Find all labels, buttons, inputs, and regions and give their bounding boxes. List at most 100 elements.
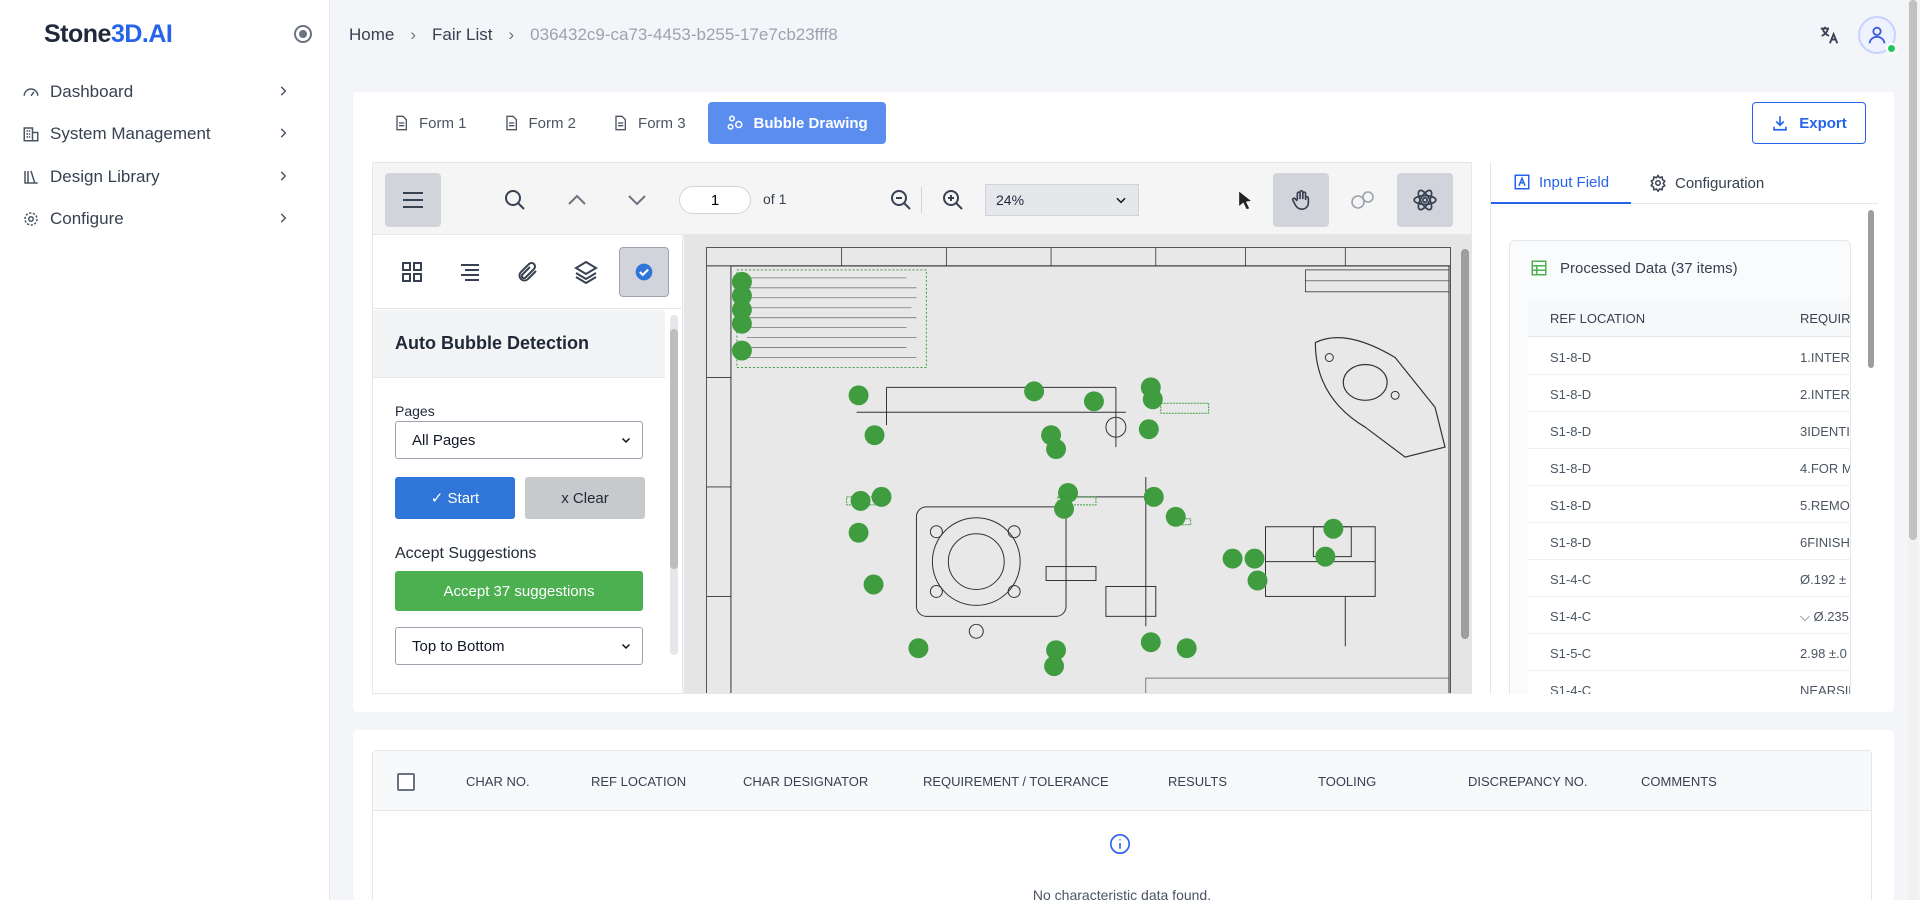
column-header-ref-location: REF LOCATION: [1550, 311, 1646, 326]
ref-location-cell: S1-8-D: [1550, 498, 1592, 513]
sidebar-menu-button[interactable]: [385, 173, 441, 227]
column-header-discrepancy-no[interactable]: DISCREPANCY NO.: [1468, 774, 1587, 789]
chevron-right-icon: [280, 86, 287, 96]
chevron-down-icon: [621, 437, 631, 444]
page-number-input[interactable]: [679, 186, 751, 214]
zoom-value: 24%: [996, 192, 1025, 208]
right-panel-scrollbar[interactable]: [1868, 210, 1874, 694]
zoom-in-icon: [943, 190, 963, 210]
drawing-scrollbar[interactable]: [1461, 249, 1469, 639]
viewer-toolbar: of 1 24%: [373, 163, 1471, 235]
sidebar-item-system-management[interactable]: System Management: [22, 118, 300, 150]
search-button[interactable]: [487, 173, 543, 227]
tab-input-field[interactable]: Input Field: [1491, 162, 1632, 204]
table-row[interactable]: S1-8-D 3IDENTI: [1528, 412, 1850, 449]
user-icon: [1868, 26, 1886, 44]
tab-label: Input Field: [1539, 173, 1610, 191]
sidebar-item-label: Dashboard: [50, 82, 134, 101]
document-icon: [615, 115, 627, 131]
sidebar-item-dashboard[interactable]: Dashboard: [22, 76, 300, 108]
sidebar-item-configure[interactable]: Configure: [22, 203, 300, 235]
chevron-down-icon: [621, 643, 631, 650]
chevron-up-icon: [568, 194, 586, 205]
layers-button[interactable]: [561, 247, 611, 297]
tab-label: Form 1: [419, 114, 467, 132]
accept-suggestions-heading: Accept Suggestions: [395, 545, 537, 562]
drawing-canvas[interactable]: [684, 235, 1471, 694]
requirement-cell: 4.FOR M: [1800, 461, 1851, 476]
column-header-ref-location[interactable]: REF LOCATION: [591, 774, 686, 789]
export-button[interactable]: Export: [1752, 102, 1866, 144]
sidebar-item-label: System Management: [50, 124, 211, 143]
outline-button[interactable]: [445, 247, 495, 297]
characteristics-card: CHAR NO. REF LOCATION CHAR DESIGNATOR RE…: [353, 730, 1894, 900]
zoom-select[interactable]: 24%: [985, 184, 1139, 216]
ai-detect-button[interactable]: [1397, 173, 1453, 227]
column-header-tooling[interactable]: TOOLING: [1318, 774, 1376, 789]
table-icon: [1531, 260, 1547, 276]
select-all-checkbox[interactable]: [397, 773, 415, 791]
chevron-right-icon: [280, 213, 287, 223]
table-row[interactable]: S1-5-C 2.98 ±.0: [1528, 634, 1850, 671]
attachments-button[interactable]: [503, 247, 553, 297]
check-circle-icon: [635, 263, 653, 281]
tab-bubble-drawing[interactable]: Bubble Drawing: [707, 102, 886, 144]
table-row[interactable]: S1-4-C ⌵ Ø.235: [1528, 597, 1850, 634]
processed-data-title-text: Processed Data (37 items): [1560, 259, 1738, 277]
table-row[interactable]: S1-8-D 4.FOR M: [1528, 449, 1851, 486]
clear-button[interactable]: x Clear: [525, 477, 645, 519]
zoom-in-button[interactable]: [925, 173, 981, 227]
breadcrumb-home[interactable]: Home: [349, 25, 394, 45]
column-header-results[interactable]: RESULTS: [1168, 774, 1227, 789]
next-page-button[interactable]: [609, 173, 665, 227]
left-panel-scrollbar[interactable]: [670, 315, 678, 655]
column-header-requirement: REQUIRE: [1800, 311, 1851, 326]
scrollbar-thumb[interactable]: [1909, 0, 1917, 540]
export-label: Export: [1799, 114, 1847, 132]
breadcrumb-current: 036432c9-ca73-4453-b255-17e7cb23fff8: [530, 25, 838, 44]
avatar[interactable]: [1858, 16, 1897, 54]
column-header-char-designator[interactable]: CHAR DESIGNATOR: [743, 774, 868, 789]
chevron-right-icon: [280, 128, 287, 138]
tab-form-1[interactable]: Form 1: [375, 102, 485, 144]
thumbnails-button[interactable]: [387, 247, 437, 297]
start-button[interactable]: ✓ Start: [395, 477, 515, 519]
table-row[interactable]: S1-4-C Ø.192 ±: [1528, 560, 1850, 597]
viewer-left-panel: Auto Bubble Detection Pages All Pages ✓ …: [373, 235, 683, 693]
column-header-requirement[interactable]: REQUIREMENT / TOLERANCE: [923, 774, 1109, 789]
logo[interactable]: Stone3D.AI: [44, 20, 173, 49]
pan-tool-button[interactable]: [1273, 173, 1329, 227]
order-select-value: Top to Bottom: [412, 637, 505, 655]
select-tool-button[interactable]: [1217, 173, 1273, 227]
tab-configuration[interactable]: Configuration: [1627, 162, 1786, 204]
table-row[interactable]: S1-8-D 5.REMOV: [1528, 486, 1850, 523]
page-scrollbar[interactable]: [1908, 0, 1918, 900]
right-panel: Input Field Configuration Processed Data…: [1490, 162, 1878, 694]
tab-label: Form 2: [528, 114, 577, 132]
sidebar-item-design-library[interactable]: Design Library: [22, 161, 300, 193]
table-row[interactable]: S1-8-D 1.INTERF: [1528, 338, 1850, 375]
tab-form-2[interactable]: Form 2: [485, 102, 595, 144]
scrollbar-thumb[interactable]: [1868, 210, 1874, 368]
column-header-comments[interactable]: COMMENTS: [1641, 774, 1717, 789]
processed-data-header: REF LOCATION REQUIRE: [1528, 299, 1851, 337]
order-select[interactable]: Top to Bottom: [395, 627, 643, 665]
pages-select[interactable]: All Pages: [395, 421, 643, 459]
column-header-char-no[interactable]: CHAR NO.: [466, 774, 530, 789]
table-row[interactable]: S1-8-D 6FINISH: [1528, 523, 1850, 560]
breadcrumb-fair-list[interactable]: Fair List: [432, 25, 492, 45]
table-row[interactable]: S1-4-C NEARSID: [1528, 671, 1850, 694]
auto-bubble-button[interactable]: [619, 247, 669, 297]
engineering-drawing[interactable]: [706, 247, 1451, 694]
accept-suggestions-button[interactable]: Accept 37 suggestions: [395, 571, 643, 611]
bubble-tool-button[interactable]: [1335, 173, 1391, 227]
scrollbar-thumb[interactable]: [670, 329, 678, 569]
empty-state-message: No characteristic data found.: [1032, 887, 1212, 900]
table-row[interactable]: S1-8-D 2.INTERF: [1528, 375, 1850, 412]
sidebar-toggle-icon[interactable]: [294, 25, 312, 43]
sidebar-item-label: Configure: [50, 209, 124, 228]
characteristics-table: CHAR NO. REF LOCATION CHAR DESIGNATOR RE…: [372, 750, 1872, 900]
previous-page-button[interactable]: [549, 173, 605, 227]
tab-form-3[interactable]: Form 3: [594, 102, 704, 144]
translate-icon[interactable]: [1818, 24, 1840, 46]
